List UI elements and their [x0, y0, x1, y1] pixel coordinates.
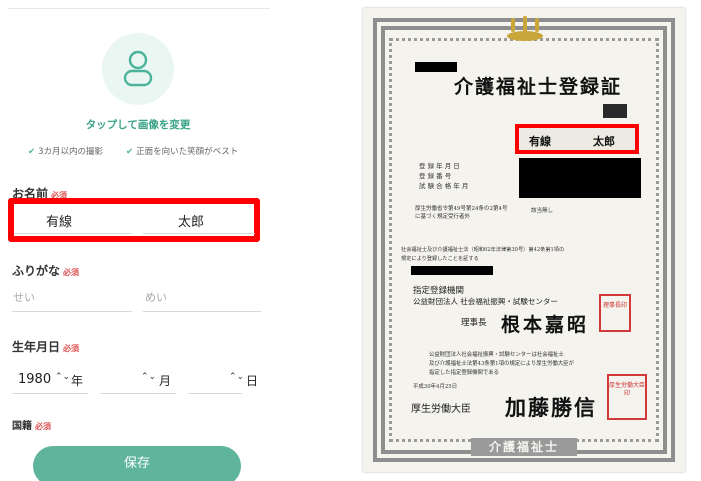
footer-line-1: 公益財団法人社会福祉振興・試験センターは社会福祉士 [429, 352, 564, 358]
law-line-2: に基づく規定受行者外 [415, 214, 471, 220]
first-name-input[interactable]: 太郎 [178, 211, 204, 230]
furigana-first-input[interactable]: めい [145, 289, 167, 305]
field-registration-date: 登 録 年 月 日 [419, 162, 460, 170]
furigana-label: ふりがな 必須 [12, 264, 80, 278]
last-name-input[interactable]: 有線 [46, 211, 72, 230]
year-stepper-icon[interactable]: ⌃⌄ [55, 372, 70, 382]
footer-line-2: 及び介護福祉士法第43条第1項の規定により厚生労働大臣が [429, 361, 574, 367]
issue-date: 平成30年4月25日 [413, 384, 458, 390]
required-badge: 必須 [35, 422, 51, 431]
director-title: 理事長 [461, 318, 487, 328]
minister-seal: 厚生労働大臣印 [607, 374, 647, 420]
photo-hint-1: ✔ 3カ月以内の撮影 [28, 147, 104, 157]
director-seal: 理事長印 [599, 294, 631, 332]
director-name: 根本嘉昭 [501, 314, 590, 336]
law-note: 該当無し [531, 208, 554, 214]
birthdate-label: 生年月日 必須 [12, 340, 80, 354]
certificate-title: 介護福祉士登録証 [453, 76, 622, 98]
certificate-holder-first: 太郎 [593, 135, 615, 148]
avatar-upload[interactable] [102, 33, 174, 105]
minister-title: 厚生労働大臣 [411, 404, 471, 415]
redaction-bar [603, 104, 627, 118]
minister-name: 加藤勝信 [505, 395, 597, 420]
footer-line-3: 指定した指定登録機関である [429, 370, 500, 376]
certificate-photo: 介護福祉士登録証 有線 太郎 登 録 年 月 日 登 録 番 号 試 験 合 格… [363, 8, 685, 472]
profile-form-panel: タップして画像を変更 ✔ 3カ月以内の撮影 ✔ 正面を向いた笑顔がベスト お名前 必須… [0, 0, 270, 481]
first-name-underline [143, 233, 255, 234]
photo-hint-2: ✔ 正面を向いた笑顔がベスト [126, 147, 239, 157]
check-icon: ✔ [28, 147, 36, 157]
last-name-underline [14, 233, 132, 234]
redaction-bar [519, 158, 641, 198]
month-unit: 月 [159, 374, 172, 388]
save-button[interactable]: 保存 [33, 446, 241, 481]
furigana-last-underline [12, 311, 132, 312]
field-registration-number: 登 録 番 号 [419, 172, 452, 180]
day-stepper-icon[interactable]: ⌃⌄ [229, 372, 244, 382]
redaction-bar [415, 62, 457, 72]
required-badge: 必須 [63, 268, 80, 277]
paulownia-crest-icon [507, 16, 543, 41]
year-unit: 年 [71, 374, 84, 388]
user-icon [123, 50, 153, 87]
law-line-1: 厚生労働省令第49号第24条の2第4号 [415, 206, 508, 212]
check-icon: ✔ [126, 147, 134, 157]
agency-heading: 指定登録機関 [413, 286, 465, 296]
body-line-1: 社会福祉士及び介護福祉士法（昭和62年法律第30号）第42条第1項の [401, 247, 565, 253]
divider [8, 8, 270, 9]
nationality-label: 国籍 必須 [12, 421, 51, 432]
certificate-name-highlight: 有線 太郎 [515, 124, 639, 154]
bottom-emblem: 介護福祉士 [471, 438, 577, 456]
month-stepper-icon[interactable]: ⌃⌄ [141, 372, 156, 382]
day-underline [188, 393, 242, 394]
agency-name: 公益財団法人 社会福祉振興・試験センター [413, 297, 558, 306]
birth-year-select[interactable]: 1980 [18, 372, 51, 387]
body-line-2: 規定により登録したことを証する [401, 256, 479, 262]
year-underline [12, 393, 88, 394]
day-unit: 日 [246, 374, 259, 388]
required-badge: 必須 [63, 344, 80, 353]
change-photo-link[interactable]: タップして画像を変更 [0, 117, 270, 132]
redaction-bar [411, 266, 493, 275]
furigana-first-underline [143, 311, 261, 312]
furigana-last-input[interactable]: せい [13, 289, 35, 305]
month-underline [100, 393, 176, 394]
certificate-holder-last: 有線 [529, 135, 551, 148]
field-exam-pass-date: 試 験 合 格 年 月 [419, 182, 469, 190]
